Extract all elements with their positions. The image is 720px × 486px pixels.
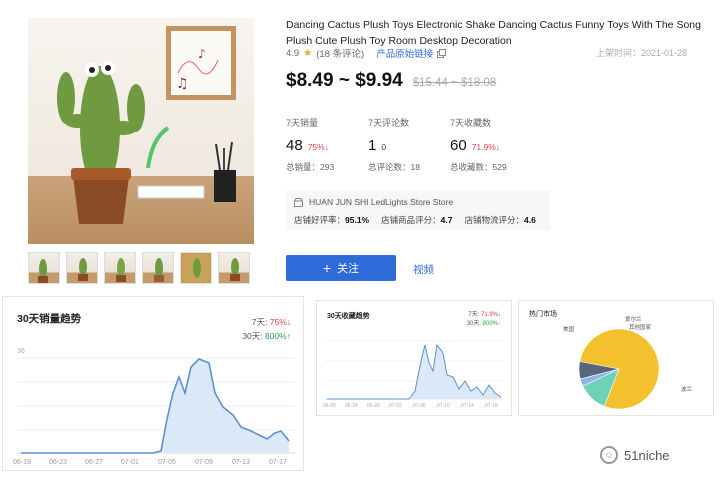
pie-label: 爱尔兰 bbox=[625, 315, 642, 323]
x-tick: 06-20 bbox=[323, 403, 336, 409]
stat-label: 7天收藏数 bbox=[450, 118, 492, 128]
product-title: Dancing Cactus Plush Toys Electronic Sha… bbox=[286, 19, 701, 47]
x-tick: 07-06 bbox=[413, 403, 426, 409]
wechat-icon: ☺ bbox=[600, 446, 618, 464]
rating-value: 4.9 bbox=[286, 47, 300, 59]
thumbnail[interactable] bbox=[66, 252, 98, 284]
pie-label: 美国 bbox=[563, 325, 575, 333]
store-product-score: 店铺商品评分：4.7 bbox=[381, 215, 453, 225]
stat-total: 总评论数：18 bbox=[368, 162, 420, 172]
follow-button[interactable]: + 关注 bbox=[286, 255, 396, 281]
y-tick: 36 bbox=[17, 348, 25, 355]
store-icon bbox=[294, 197, 303, 207]
stat-value: 48 bbox=[286, 137, 303, 154]
thumbnail[interactable] bbox=[104, 252, 136, 284]
market-card: 热门市场 波兰 美国 爱尔兰 其他国家 bbox=[518, 300, 714, 416]
current-price: $8.49 ~ $9.94 bbox=[286, 70, 403, 91]
listed-date: 上架时间：2021-01-28 bbox=[596, 48, 688, 58]
stat-change: 75%↓ bbox=[307, 142, 329, 152]
svg-text:♫: ♫ bbox=[176, 76, 189, 92]
stat-label: 7天销量 bbox=[286, 118, 319, 128]
x-tick: 06-27 bbox=[85, 459, 103, 466]
stat-sales: 7天销量 48 75%↓ 总销量：293 bbox=[286, 116, 368, 173]
thumbnail[interactable] bbox=[142, 252, 174, 284]
x-tick: 07-14 bbox=[461, 403, 474, 409]
star-icon: ★ bbox=[303, 47, 313, 59]
x-tick: 06-24 bbox=[345, 403, 358, 409]
x-tick: 07-09 bbox=[195, 459, 213, 466]
original-link[interactable]: 产品原始链接 bbox=[376, 46, 433, 60]
thumbnail-strip bbox=[28, 252, 254, 286]
store-info: HUAN JUN SHI LedLights Store Store 店铺好评率… bbox=[286, 190, 550, 230]
x-tick: 07-05 bbox=[158, 459, 176, 466]
external-link-icon[interactable] bbox=[437, 48, 447, 58]
fav-trend-card: 30天收藏趋势 7天: 71.9%↓ 30天: 800%↑ 06-20 06-2… bbox=[316, 300, 512, 416]
price-row: $8.49 ~ $9.94 $15.44 ~ $18.08 bbox=[286, 70, 496, 92]
stat-value: 60 bbox=[450, 137, 467, 154]
market-pie-chart: 波兰 美国 爱尔兰其他国家 bbox=[563, 315, 693, 410]
store-good-rate: 店铺好评率：95.1% bbox=[294, 215, 370, 225]
x-tick: 07-13 bbox=[232, 459, 250, 466]
stat-change: 71.9%↓ bbox=[471, 142, 501, 152]
fav-trend-chart: 06-20 06-24 06-28 07-02 07-06 07-10 07-1… bbox=[323, 340, 505, 409]
thumbnail[interactable] bbox=[180, 252, 212, 284]
store-name[interactable]: HUAN JUN SHI LedLights Store Store bbox=[309, 197, 453, 207]
watermark-text: 51niche bbox=[624, 447, 670, 463]
review-count: (18 条评论) bbox=[316, 49, 365, 60]
x-tick: 07-01 bbox=[121, 459, 139, 466]
stat-change: 0 bbox=[381, 142, 387, 152]
x-tick: 06-19 bbox=[13, 459, 31, 466]
sales-trend-chart: 36 06-19 06-23 06-27 07-01 07-05 07-09 0… bbox=[13, 348, 295, 466]
pie-label: 其他国家 bbox=[629, 323, 652, 331]
sales-trend-card: 30天销量趋势 7天: 75%↓ 30天: 800%↑ 36 06-19 06-… bbox=[2, 296, 304, 471]
watermark: ☺ 51niche bbox=[600, 446, 670, 464]
x-tick: 07-17 bbox=[269, 459, 287, 466]
stat-reviews: 7天评论数 10 总评论数：18 bbox=[368, 116, 450, 173]
stats-row: 7天销量 48 75%↓ 总销量：293 7天评论数 10 总评论数：18 7天收… bbox=[286, 116, 706, 173]
svg-text:♪: ♪ bbox=[198, 47, 206, 61]
stat-total: 总收藏数：529 bbox=[450, 162, 507, 172]
x-tick: 06-28 bbox=[367, 403, 380, 409]
x-tick: 06-23 bbox=[49, 459, 67, 466]
pie-label: 波兰 bbox=[681, 385, 693, 393]
stat-value: 1 bbox=[368, 137, 377, 154]
product-main-image[interactable]: ♫ ♪ bbox=[28, 18, 254, 244]
x-tick: 07-02 bbox=[389, 403, 402, 409]
x-tick: 07-18 bbox=[485, 403, 498, 409]
rating-row: 4.9 ★ (18 条评论) 产品原始链接 bbox=[286, 46, 447, 60]
original-price: $15.44 ~ $18.08 bbox=[412, 77, 497, 89]
plus-icon: + bbox=[322, 260, 332, 276]
stat-label: 7天评论数 bbox=[368, 118, 410, 128]
thumbnail[interactable] bbox=[28, 252, 60, 284]
thumbnail[interactable] bbox=[218, 252, 250, 284]
stat-favorites: 7天收藏数 60 71.9%↓ 总收藏数：529 bbox=[450, 116, 532, 173]
video-link[interactable]: 视频 bbox=[413, 262, 434, 277]
follow-label: 关注 bbox=[337, 263, 360, 275]
stat-total: 总销量：293 bbox=[286, 162, 335, 172]
store-logistics-score: 店铺物流评分：4.6 bbox=[464, 215, 536, 225]
x-tick: 07-10 bbox=[437, 403, 450, 409]
